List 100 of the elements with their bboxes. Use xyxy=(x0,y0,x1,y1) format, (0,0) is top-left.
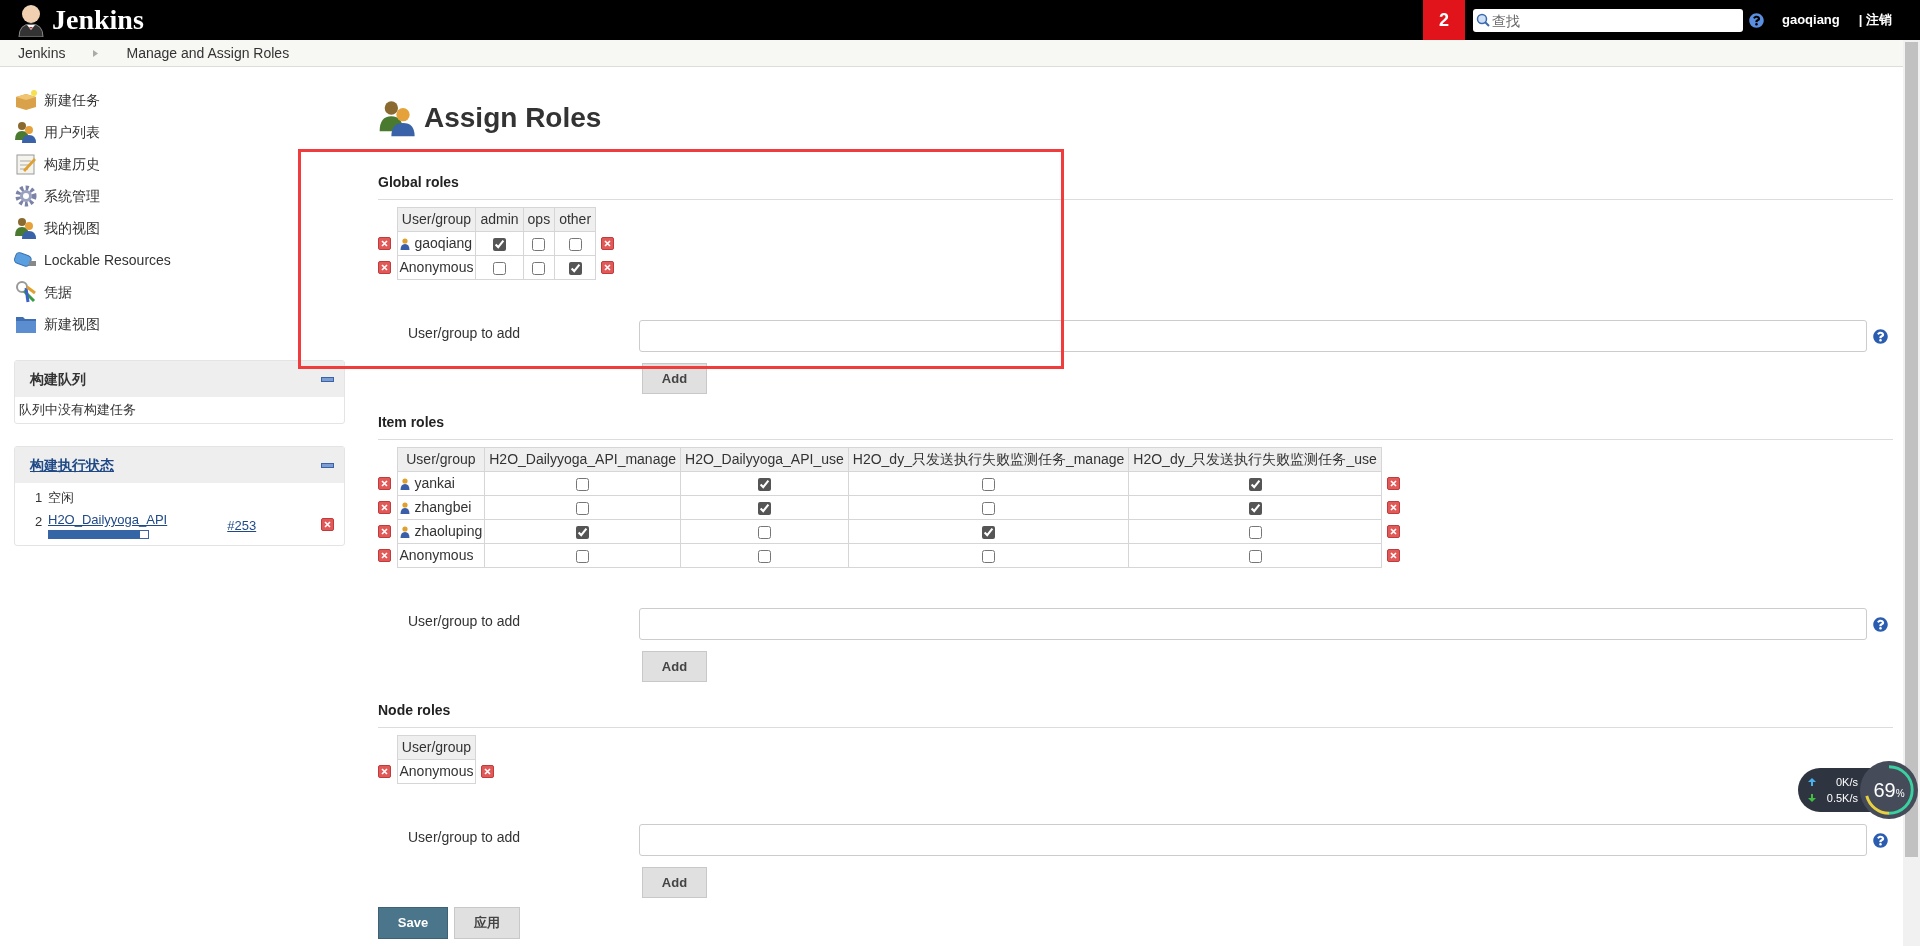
remove-icon[interactable] xyxy=(378,261,391,274)
role-checkbox[interactable] xyxy=(576,525,590,539)
keys-icon xyxy=(14,280,38,304)
add-button[interactable]: Add xyxy=(642,867,707,898)
role-checkbox[interactable] xyxy=(982,525,996,539)
remove-icon[interactable] xyxy=(1386,477,1400,490)
add-label: User/group to add xyxy=(407,324,522,343)
role-checkbox[interactable] xyxy=(982,549,996,563)
remove-icon[interactable] xyxy=(378,237,391,250)
gear-icon xyxy=(14,184,38,208)
role-checkbox[interactable] xyxy=(493,237,506,251)
remove-icon[interactable] xyxy=(378,501,391,514)
remove-icon[interactable] xyxy=(378,477,391,490)
role-checkbox[interactable] xyxy=(1248,477,1262,491)
remove-icon[interactable] xyxy=(378,525,391,538)
user-icon xyxy=(399,237,410,250)
sidebar-link[interactable]: 我的视图 xyxy=(44,217,100,239)
job-link[interactable]: H2O_Dailyyoga_API xyxy=(48,510,168,530)
users-icon xyxy=(378,98,418,138)
role-checkbox[interactable] xyxy=(532,261,546,275)
executor-status: 空闲 xyxy=(48,489,74,507)
role-checkbox[interactable] xyxy=(757,477,771,491)
search-field[interactable]: 查找 xyxy=(1472,9,1743,32)
user-icon xyxy=(399,501,410,514)
column-header: User/group xyxy=(397,207,476,232)
remove-icon[interactable] xyxy=(601,261,615,274)
breadcrumb-link[interactable]: Manage and Assign Roles xyxy=(126,42,290,64)
remove-icon[interactable] xyxy=(1386,501,1400,514)
help-icon[interactable] xyxy=(1748,12,1764,28)
upload-arrow-icon xyxy=(1808,777,1816,786)
add-button[interactable]: Add xyxy=(642,363,707,394)
role-checkbox[interactable] xyxy=(1248,501,1262,515)
sidebar-link[interactable]: 构建历史 xyxy=(44,153,100,175)
remove-icon[interactable] xyxy=(1386,549,1400,562)
sidebar-link[interactable]: 凭据 xyxy=(44,281,72,303)
upload-speed: 0K/s xyxy=(1836,774,1858,790)
help-icon[interactable] xyxy=(1872,832,1888,848)
role-checkbox[interactable] xyxy=(757,525,771,539)
role-checkbox[interactable] xyxy=(1248,525,1262,539)
user-group-input[interactable] xyxy=(639,824,1867,856)
scrollbar[interactable] xyxy=(1903,40,1920,946)
add-button[interactable]: Add xyxy=(642,651,707,682)
build-link[interactable]: #253 xyxy=(227,510,257,536)
sidebar-link[interactable]: 系统管理 xyxy=(44,185,100,207)
user-name: Anonymous xyxy=(399,762,474,781)
sidebar-link[interactable]: 用户列表 xyxy=(44,121,100,143)
box-icon xyxy=(14,88,38,112)
user-name: zhaoluping xyxy=(414,522,483,541)
help-icon[interactable] xyxy=(1872,328,1888,344)
user-name: zhangbei xyxy=(414,498,472,517)
chevron-icon xyxy=(93,49,99,57)
remove-icon[interactable] xyxy=(378,765,391,778)
page-title: Assign Roles xyxy=(424,101,602,135)
load-percent: 69% xyxy=(1873,778,1905,803)
section-heading: Node roles xyxy=(378,702,451,718)
user-icon xyxy=(399,525,410,538)
remove-icon[interactable] xyxy=(321,518,334,531)
add-label: User/group to add xyxy=(407,828,522,847)
column-header: H2O_Dailyyoga_API_use xyxy=(680,447,849,472)
remove-icon[interactable] xyxy=(601,237,615,250)
remove-icon[interactable] xyxy=(378,549,391,562)
download-arrow-icon xyxy=(1808,794,1816,803)
column-header: admin xyxy=(475,207,524,232)
help-icon[interactable] xyxy=(1872,616,1888,632)
column-header: User/group xyxy=(397,735,476,760)
sidebar-link[interactable]: 新建任务 xyxy=(44,89,100,111)
remove-icon[interactable] xyxy=(481,765,495,778)
apply-button[interactable]: 应用 xyxy=(454,907,520,939)
role-checkbox[interactable] xyxy=(982,501,996,515)
user-group-input[interactable] xyxy=(639,608,1867,640)
save-button[interactable]: Save xyxy=(378,907,448,939)
queue-empty-text: 队列中没有构建任务 xyxy=(19,401,136,420)
role-checkbox[interactable] xyxy=(493,261,506,275)
role-checkbox[interactable] xyxy=(982,477,996,491)
collapse-icon[interactable] xyxy=(321,462,334,468)
user-name: Anonymous xyxy=(399,258,474,277)
role-checkbox[interactable] xyxy=(757,549,771,563)
role-checkbox[interactable] xyxy=(568,237,582,251)
user-group-input[interactable] xyxy=(639,320,1867,352)
role-checkbox[interactable] xyxy=(568,261,582,275)
username-link[interactable]: gaoqiang xyxy=(1781,10,1840,30)
breadcrumb-link[interactable]: Jenkins xyxy=(18,42,66,64)
sidebar-link[interactable]: Lockable Resources xyxy=(44,249,171,271)
sidebar-link[interactable]: 新建视图 xyxy=(44,313,100,335)
collapse-icon[interactable] xyxy=(321,376,334,382)
role-checkbox[interactable] xyxy=(576,477,590,491)
logo-text[interactable]: Jenkins xyxy=(52,0,144,41)
remove-icon[interactable] xyxy=(1386,525,1400,538)
logout-link[interactable]: | 注销 xyxy=(1858,10,1892,30)
users-icon xyxy=(14,120,38,144)
section-heading: Item roles xyxy=(378,414,445,430)
role-checkbox[interactable] xyxy=(576,501,590,515)
executor-number: 1 xyxy=(35,489,44,507)
notification-badge[interactable]: 2 xyxy=(1422,0,1465,40)
role-checkbox[interactable] xyxy=(1248,549,1262,563)
role-checkbox[interactable] xyxy=(757,501,771,515)
role-checkbox[interactable] xyxy=(576,549,590,563)
butler-logo-icon xyxy=(16,3,46,37)
role-checkbox[interactable] xyxy=(532,237,546,251)
user-name: yankai xyxy=(414,474,455,493)
